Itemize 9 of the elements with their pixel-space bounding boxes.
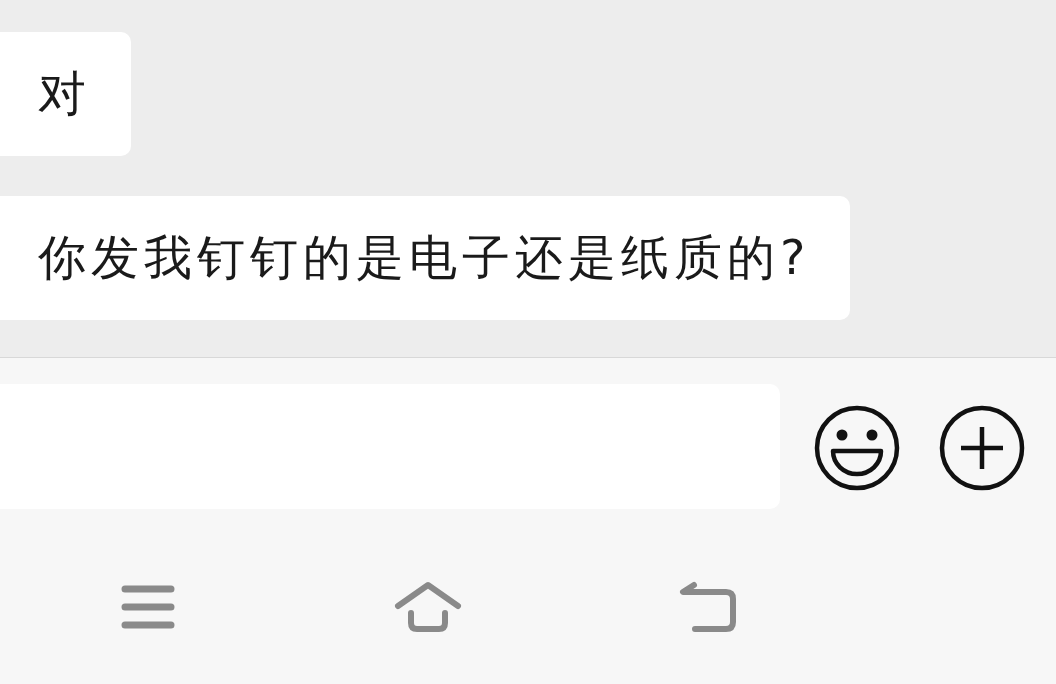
message-text: 你发我钉钉的是电子还是纸质的?	[38, 229, 811, 287]
add-button[interactable]	[939, 405, 1025, 491]
home-icon	[394, 581, 462, 633]
back-icon	[679, 581, 737, 633]
emoji-button[interactable]	[814, 405, 900, 491]
smiley-icon	[814, 405, 900, 491]
menu-icon	[121, 585, 175, 629]
plus-icon	[939, 405, 1025, 491]
message-text: 对	[38, 65, 91, 123]
